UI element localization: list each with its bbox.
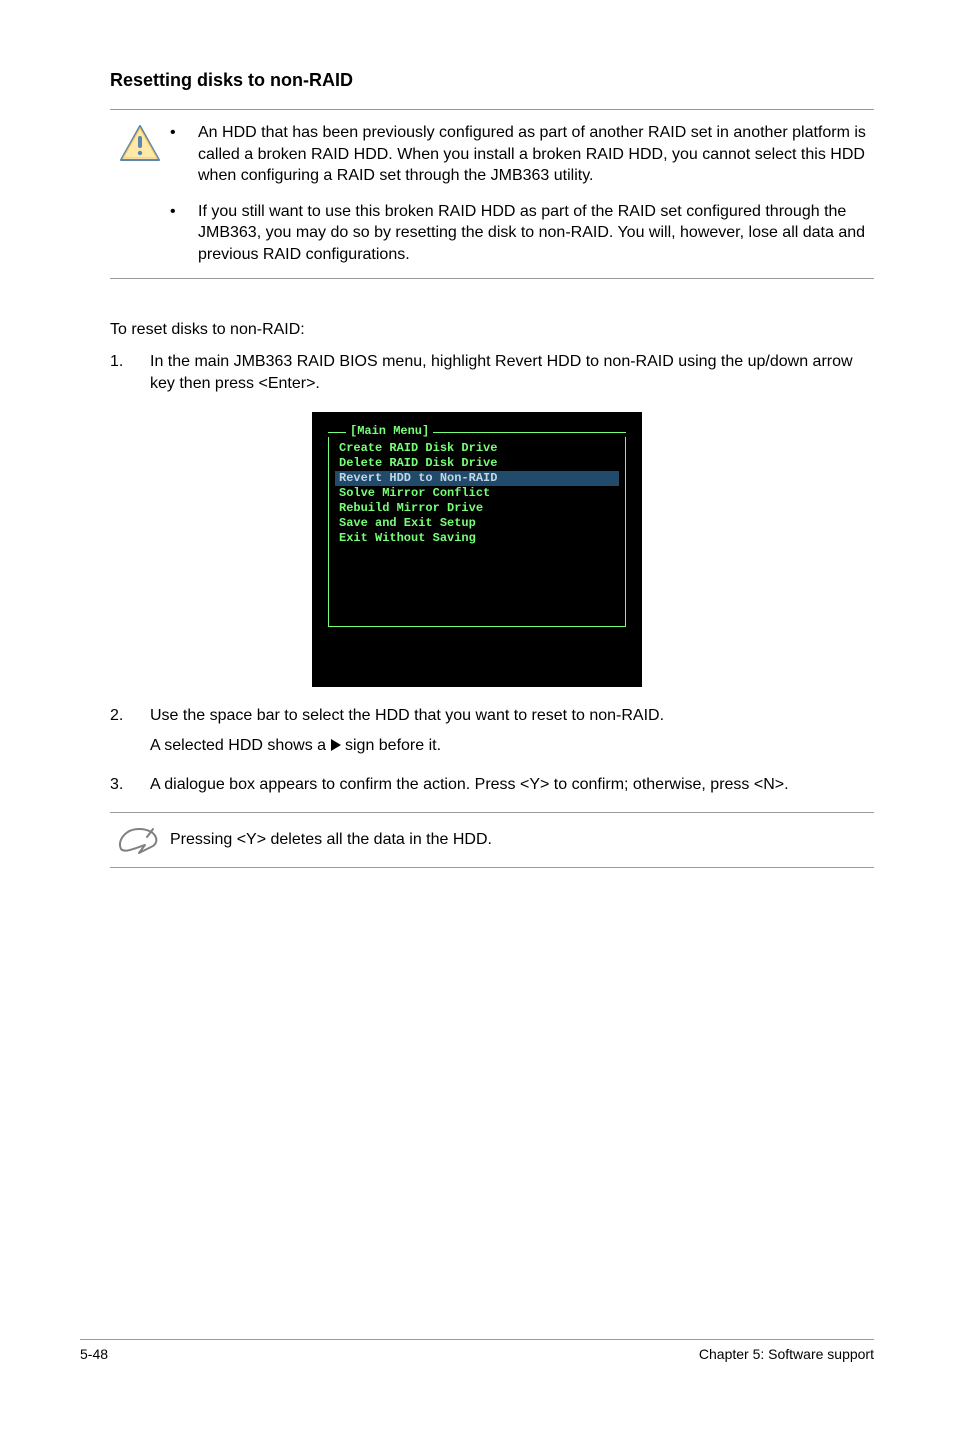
- bios-menu-item: Exit Without Saving: [335, 531, 619, 546]
- note-callout: Pressing <Y> deletes all the data in the…: [110, 812, 874, 868]
- bios-menu-item: Rebuild Mirror Drive: [335, 501, 619, 516]
- step-text: In the main JMB363 RAID BIOS menu, highl…: [150, 351, 874, 396]
- bios-menu-item: Delete RAID Disk Drive: [335, 456, 619, 471]
- bios-menu-item: Create RAID Disk Drive: [335, 441, 619, 456]
- step-text-fragment: A selected HDD shows a: [150, 737, 331, 754]
- step-item: 2. Use the space bar to select the HDD t…: [110, 705, 874, 758]
- caution-icon: [110, 122, 170, 162]
- caution-text: If you still want to use this broken RAI…: [198, 201, 874, 266]
- footer-chapter: Chapter 5: Software support: [699, 1346, 874, 1362]
- page-footer: 5-48 Chapter 5: Software support: [80, 1339, 874, 1362]
- bios-menu-item: Save and Exit Setup: [335, 516, 619, 531]
- step-text: Use the space bar to select the HDD that…: [150, 705, 874, 727]
- step-number: 3.: [110, 774, 150, 796]
- step-text: A dialogue box appears to confirm the ac…: [150, 774, 874, 796]
- caution-item: • If you still want to use this broken R…: [170, 201, 874, 266]
- step-item: 1. In the main JMB363 RAID BIOS menu, hi…: [110, 351, 874, 396]
- bios-menu-item-selected: Revert HDD to Non-RAID: [335, 471, 619, 486]
- bios-menu-item: Solve Mirror Conflict: [335, 486, 619, 501]
- note-icon: [110, 823, 170, 857]
- step-text: A selected HDD shows a sign before it.: [150, 735, 874, 757]
- footer-page-number: 5-48: [80, 1346, 108, 1362]
- caution-callout: • An HDD that has been previously config…: [110, 109, 874, 279]
- caution-item: • An HDD that has been previously config…: [170, 122, 874, 187]
- triangle-play-icon: [331, 739, 341, 751]
- step-number: 1.: [110, 351, 150, 396]
- bios-menu-title: [Main Menu]: [346, 424, 433, 439]
- bios-screenshot: [Main Menu] Create RAID Disk Drive Delet…: [312, 412, 642, 687]
- intro-paragraph: To reset disks to non-RAID:: [110, 319, 874, 341]
- bullet-icon: •: [170, 201, 198, 266]
- step-text-fragment: sign before it.: [345, 737, 441, 754]
- section-heading: Resetting disks to non-RAID: [110, 70, 874, 91]
- step-item: 3. A dialogue box appears to confirm the…: [110, 774, 874, 796]
- bullet-icon: •: [170, 122, 198, 187]
- step-number: 2.: [110, 705, 150, 758]
- note-text: Pressing <Y> deletes all the data in the…: [170, 829, 874, 851]
- caution-text: An HDD that has been previously configur…: [198, 122, 874, 187]
